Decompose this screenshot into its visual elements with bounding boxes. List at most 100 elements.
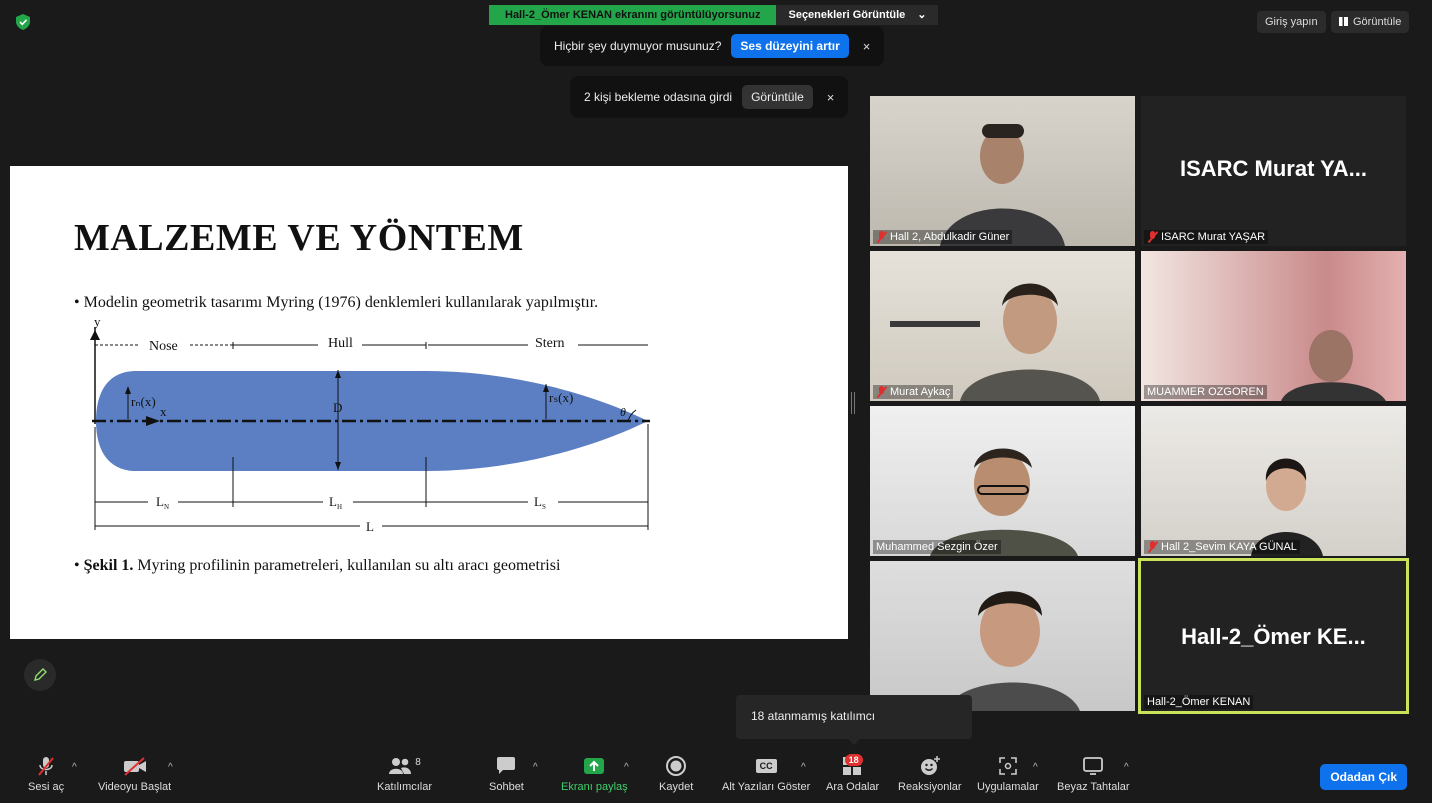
- screen-share-banner: Hall-2_Ömer KENAN ekranını görüntülüyors…: [489, 5, 939, 25]
- active-speaker-tile[interactable]: Hall-2_Ömer KE... Hall-2_Ömer KENAN: [1138, 558, 1409, 714]
- participants-count: 8: [415, 756, 421, 768]
- view-options-button[interactable]: Seçenekleri Görüntüle ⌄: [776, 5, 939, 25]
- record-label: Kaydet: [659, 781, 694, 793]
- mic-muted-icon: [1147, 231, 1158, 243]
- figure-label: Şekil 1.: [83, 557, 134, 574]
- slide-title: MALZEME VE YÖNTEM: [74, 217, 524, 259]
- participant-name: ISARC Murat YAŞAR: [1144, 230, 1269, 244]
- breakout-rooms-button[interactable]: 18 Ara Odalar: [826, 754, 879, 793]
- grid-view-icon: [1339, 17, 1348, 26]
- reactions-button[interactable]: Reaksiyonlar: [898, 754, 962, 793]
- audio-notification: Hiçbir şey duymuyor musunuz? Ses düzeyin…: [540, 26, 885, 66]
- participant-video: [890, 283, 1100, 401]
- view-waiting-room-button[interactable]: Görüntüle: [742, 85, 813, 109]
- diagram-stern-label: Stern: [535, 336, 565, 351]
- captions-label: Alt Yazıları Göster: [722, 781, 811, 793]
- chat-button[interactable]: Sohbet: [489, 754, 524, 793]
- participant-video: [1281, 330, 1386, 401]
- unassigned-participants-tooltip: 18 atanmamış katılımcı: [736, 695, 972, 745]
- breakout-rooms-label: Ara Odalar: [826, 781, 880, 793]
- view-button-label: Görüntüle: [1353, 16, 1402, 28]
- participant-big-name: Hall-2_Ömer KE...: [1181, 624, 1366, 649]
- diagram-ls-label: L: [534, 494, 542, 509]
- diagram-l-label: L: [366, 519, 374, 534]
- diagram-ls-subscript: S: [542, 503, 546, 511]
- waiting-room-text: 2 kişi bekleme odasına girdi: [584, 90, 733, 104]
- diagram-rn-label: rₙ(x): [131, 394, 156, 409]
- apps-label: Uygulamalar: [977, 781, 1039, 793]
- closed-captions-icon: CC: [755, 759, 777, 773]
- mic-muted-icon: [38, 757, 54, 776]
- diagram-lh-subscript: H: [337, 503, 342, 511]
- record-button[interactable]: Kaydet: [659, 754, 693, 793]
- chat-options-caret[interactable]: ^: [533, 762, 538, 773]
- audio-options-caret[interactable]: ^: [72, 762, 77, 773]
- participant-video: [940, 124, 1065, 246]
- participant-tile[interactable]: [870, 561, 1135, 711]
- unmute-button[interactable]: Sesi aç: [28, 754, 64, 793]
- chevron-down-icon: ⌄: [917, 9, 927, 21]
- share-screen-button[interactable]: Ekranı paylaş: [561, 754, 628, 793]
- whiteboard-button[interactable]: Beyaz Tahtalar: [1057, 754, 1130, 793]
- bullet-dot: •: [74, 557, 84, 574]
- share-screen-icon: [584, 758, 605, 774]
- participant-big-name: ISARC Murat YA...: [1179, 156, 1368, 181]
- whiteboard-options-caret[interactable]: ^: [1124, 762, 1129, 773]
- participant-name-text: Hall 2, Abdulkadir Güner: [890, 231, 1010, 243]
- whiteboard-icon: [1083, 757, 1104, 775]
- share-banner-text: Hall-2_Ömer KENAN ekranını görüntülüyors…: [489, 5, 777, 25]
- close-icon[interactable]: ×: [827, 90, 835, 105]
- video-options-caret[interactable]: ^: [168, 762, 173, 773]
- participant-name-text: Muhammed Sezgin Özer: [876, 541, 998, 553]
- participant-video: [1251, 458, 1323, 556]
- leave-meeting-button[interactable]: Odadan Çık: [1320, 764, 1407, 790]
- whiteboard-label: Beyaz Tahtalar: [1057, 781, 1130, 793]
- participant-video: [930, 448, 1078, 556]
- participant-tile[interactable]: Hall 2, Abdulkadir Güner: [870, 96, 1135, 246]
- mic-muted-icon: [1147, 541, 1158, 553]
- participant-tile[interactable]: Murat Aykaç: [870, 251, 1135, 401]
- diagram-y-label: y: [94, 314, 101, 329]
- meeting-toolbar: Sesi aç ^ Videoyu Başlat ^ 8 Katılımcıla…: [0, 748, 1432, 803]
- captions-button[interactable]: CC Alt Yazıları Göster: [722, 754, 810, 793]
- breakout-badge: 18: [844, 754, 863, 766]
- increase-volume-button[interactable]: Ses düzeyini artır: [731, 34, 849, 58]
- view-options-label: Seçenekleri Görüntüle: [788, 9, 906, 21]
- close-icon[interactable]: ×: [863, 39, 871, 54]
- slide-bullet-2: • Şekil 1. Myring profilinin parametrele…: [74, 557, 560, 575]
- participant-name-text: Hall-2_Ömer KENAN: [1147, 696, 1251, 708]
- waiting-room-notification: 2 kişi bekleme odasına girdi Görüntüle ×: [570, 76, 849, 118]
- participant-tile[interactable]: Hall 2_Sevim KAYA GÜNAL: [1141, 406, 1406, 556]
- chat-icon: [497, 757, 516, 774]
- participant-name-text: Hall 2_Sevim KAYA GÜNAL: [1161, 541, 1297, 553]
- security-shield-icon[interactable]: [16, 14, 30, 30]
- participant-name: Hall-2_Ömer KENAN: [1144, 695, 1254, 709]
- diagram-nose-label: Nose: [149, 339, 178, 354]
- diagram-ln-label: L: [156, 494, 164, 509]
- captions-options-caret[interactable]: ^: [801, 762, 806, 773]
- participant-name-text: MUAMMER OZGOREN: [1147, 386, 1264, 398]
- participant-tile[interactable]: Muhammed Sezgin Özer: [870, 406, 1135, 556]
- mic-muted-icon: [876, 231, 887, 243]
- participant-name: Murat Aykaç: [873, 385, 954, 399]
- participant-tile[interactable]: MUAMMER OZGOREN: [1141, 251, 1406, 401]
- record-icon: [666, 756, 687, 776]
- apps-options-caret[interactable]: ^: [1033, 762, 1038, 773]
- share-screen-label: Ekranı paylaş: [561, 781, 628, 793]
- shared-screen-slide: MALZEME VE YÖNTEM • Modelin geometrik ta…: [10, 166, 848, 639]
- start-video-button[interactable]: Videoyu Başlat: [98, 754, 171, 793]
- share-options-caret[interactable]: ^: [624, 762, 629, 773]
- view-button[interactable]: Görüntüle: [1331, 11, 1410, 33]
- participants-button[interactable]: 8 Katılımcılar: [377, 754, 432, 794]
- annotate-pencil-icon[interactable]: [24, 659, 56, 691]
- sign-in-button[interactable]: Giriş yapın: [1257, 11, 1326, 33]
- split-resize-handle[interactable]: [851, 392, 855, 414]
- participant-video: [945, 591, 1080, 711]
- apps-button[interactable]: Uygulamalar: [977, 754, 1039, 793]
- audio-notification-text: Hiçbir şey duymuyor musunuz?: [554, 39, 722, 53]
- participant-tile[interactable]: ISARC Murat YA... ISARC Murat YAŞAR: [1141, 96, 1406, 246]
- diagram-rs-label: rₛ(x): [549, 390, 573, 405]
- mic-muted-icon: [876, 386, 887, 398]
- participant-name-text: ISARC Murat YAŞAR: [1161, 231, 1266, 243]
- diagram-theta-label: θ: [620, 405, 626, 419]
